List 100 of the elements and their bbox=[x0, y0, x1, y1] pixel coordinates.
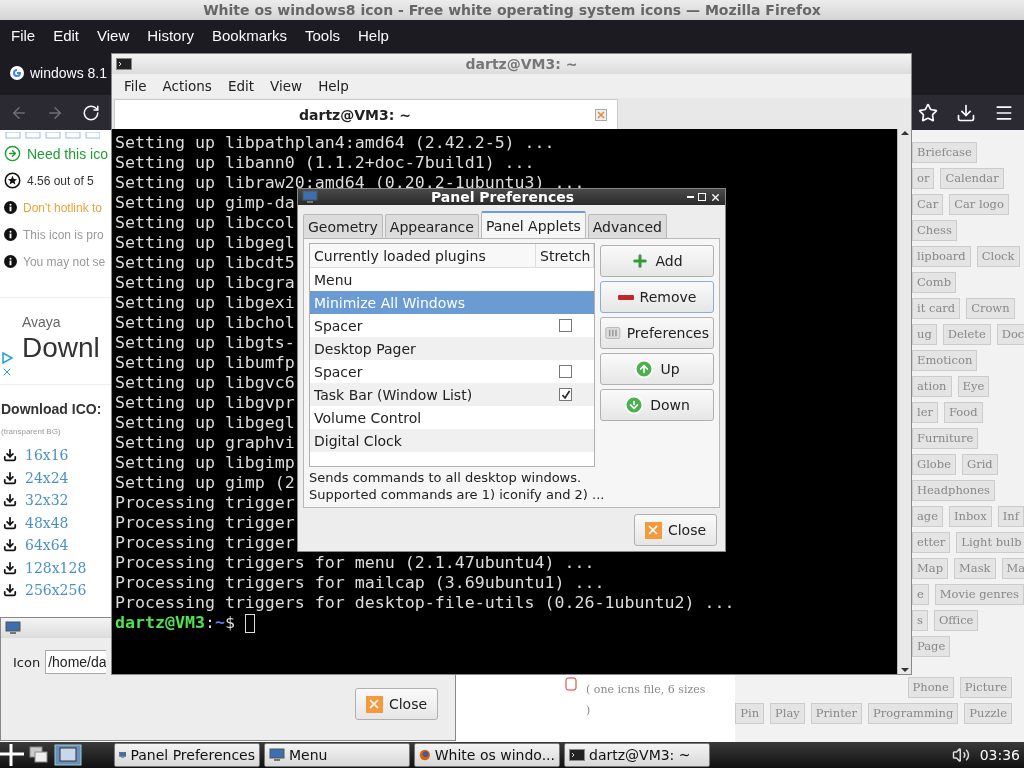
down-button[interactable]: Down bbox=[600, 389, 714, 421]
taskbar-button[interactable]: Menu bbox=[264, 743, 410, 767]
size-link[interactable]: 128x128 bbox=[25, 559, 87, 576]
menu-item[interactable]: Bookmarks bbox=[202, 22, 296, 48]
tag-link[interactable]: Inf bbox=[997, 506, 1024, 527]
tag-link[interactable]: Car logo bbox=[949, 194, 1009, 215]
tag-link[interactable]: Clock bbox=[976, 246, 1020, 267]
tag-link[interactable]: Pin bbox=[735, 703, 765, 724]
download-icon[interactable] bbox=[956, 102, 976, 123]
size-link[interactable]: 48x48 bbox=[25, 514, 69, 531]
tag-link[interactable]: Printer bbox=[810, 703, 863, 724]
tag-link[interactable]: Movie genres bbox=[934, 584, 1024, 605]
stretch-checkbox[interactable] bbox=[559, 365, 572, 378]
menu-item[interactable]: File bbox=[116, 78, 155, 94]
menu-item[interactable]: History bbox=[138, 22, 203, 48]
menu-item[interactable]: Help bbox=[310, 78, 357, 94]
tag-link[interactable]: etter bbox=[912, 532, 951, 553]
start-menu-icon[interactable] bbox=[0, 744, 24, 766]
menu-item[interactable]: Edit bbox=[219, 78, 263, 94]
reload-icon[interactable] bbox=[82, 103, 100, 122]
plugin-row[interactable]: Minimize All Windows bbox=[310, 291, 594, 314]
volume-icon[interactable] bbox=[951, 746, 970, 764]
tag-link[interactable]: it card bbox=[912, 298, 961, 319]
tag-link[interactable]: Eye bbox=[957, 376, 990, 397]
tag-link[interactable]: s bbox=[912, 610, 928, 631]
tag-link[interactable]: Comb bbox=[912, 272, 956, 293]
tag-link[interactable]: age bbox=[912, 506, 944, 527]
tab[interactable]: Appearance bbox=[384, 214, 479, 238]
window-icon[interactable] bbox=[54, 744, 82, 766]
preferences-button[interactable]: Preferences bbox=[600, 317, 714, 349]
tag-link[interactable]: Puzzle bbox=[964, 703, 1012, 724]
size-link[interactable]: 24x24 bbox=[25, 469, 69, 486]
tag-link[interactable]: Picture bbox=[959, 677, 1012, 698]
menu-item[interactable]: File bbox=[2, 22, 45, 48]
tag-link[interactable]: Play bbox=[770, 703, 805, 724]
tag-link[interactable]: lipboard bbox=[912, 246, 971, 267]
tag-link[interactable]: Briefcase bbox=[912, 142, 977, 163]
close-icon[interactable] bbox=[710, 191, 721, 203]
close-button[interactable]: Close bbox=[634, 514, 717, 546]
tag-link[interactable]: Office bbox=[933, 610, 979, 631]
tag-link[interactable]: or bbox=[912, 168, 935, 189]
up-button[interactable]: Up bbox=[600, 353, 714, 385]
tag-link[interactable]: Inbox bbox=[949, 506, 992, 527]
menu-item[interactable]: Tools bbox=[296, 22, 349, 48]
tag-link[interactable]: e bbox=[912, 584, 929, 605]
taskbar-button[interactable]: Panel Preferences bbox=[114, 743, 260, 767]
menu-item[interactable]: Actions bbox=[154, 78, 220, 94]
tag-link[interactable]: Light bulb bbox=[956, 532, 1024, 553]
menu-item[interactable]: View bbox=[262, 78, 311, 94]
scrollbar[interactable] bbox=[897, 129, 911, 674]
bookmark-star-icon[interactable] bbox=[918, 102, 938, 123]
plugin-row[interactable]: Digital Clock bbox=[310, 429, 594, 452]
tag-link[interactable]: Food bbox=[944, 402, 983, 423]
menu-item[interactable]: Help bbox=[349, 22, 398, 48]
stretch-checkbox[interactable] bbox=[559, 388, 572, 401]
close-button[interactable]: Close bbox=[355, 688, 438, 720]
plugin-row[interactable]: Task Bar (Window List) bbox=[310, 383, 594, 406]
tag-link[interactable]: ler bbox=[912, 402, 938, 423]
taskbar-button[interactable]: White os windo... bbox=[414, 743, 560, 767]
tag-link[interactable]: Car bbox=[912, 194, 944, 215]
tab[interactable]: Advanced bbox=[587, 214, 667, 238]
icon-path-field[interactable]: /home/da bbox=[45, 650, 107, 674]
stretch-checkbox[interactable] bbox=[559, 319, 572, 332]
taskbar-button[interactable]: dartz@VM3: ~ bbox=[564, 743, 710, 767]
column-header[interactable]: Stretch bbox=[536, 244, 594, 267]
tag-link[interactable]: Emoticon bbox=[912, 350, 978, 371]
add-button[interactable]: Add bbox=[600, 245, 714, 277]
tag-link[interactable]: ation bbox=[912, 376, 952, 397]
tab[interactable]: Geometry bbox=[303, 214, 383, 238]
tag-link[interactable]: Ma bbox=[1001, 558, 1024, 579]
remove-button[interactable]: Remove bbox=[600, 281, 714, 313]
maximize-icon[interactable] bbox=[698, 193, 706, 201]
column-header[interactable]: Currently loaded plugins bbox=[310, 244, 536, 267]
plugin-row[interactable]: Desktop Pager bbox=[310, 337, 594, 360]
tag-link[interactable]: Map bbox=[912, 558, 948, 579]
close-tab-icon[interactable] bbox=[595, 108, 607, 121]
tag-link[interactable]: Page bbox=[912, 636, 951, 657]
menu-item[interactable]: Edit bbox=[44, 22, 89, 48]
ad-choices-icon[interactable] bbox=[1, 352, 13, 364]
menu-item[interactable]: View bbox=[88, 22, 139, 48]
show-desktop-icon[interactable] bbox=[28, 745, 50, 765]
tag-link[interactable]: Headphones bbox=[912, 480, 995, 501]
size-link[interactable]: 256x256 bbox=[25, 582, 87, 599]
size-link[interactable]: 64x64 bbox=[25, 537, 69, 554]
tab[interactable]: Panel Applets bbox=[480, 211, 586, 238]
tag-link[interactable]: Furniture bbox=[912, 428, 979, 449]
tag-link[interactable]: Delete bbox=[942, 324, 991, 345]
tag-link[interactable]: Grid bbox=[961, 454, 998, 475]
size-link[interactable]: 32x32 bbox=[25, 492, 69, 509]
tag-link[interactable]: Globe bbox=[912, 454, 956, 475]
terminal-tab[interactable]: dartz@VM3: ~ bbox=[114, 99, 618, 129]
tag-link[interactable]: Phone bbox=[907, 677, 954, 698]
tag-link[interactable]: Calendar bbox=[940, 168, 1004, 189]
tag-link[interactable]: ug bbox=[912, 324, 937, 345]
size-link[interactable]: 16x16 bbox=[25, 447, 69, 464]
browser-tab[interactable]: windows 8.1 bbox=[9, 64, 108, 81]
tag-link[interactable]: Programming bbox=[868, 703, 959, 724]
tag-link[interactable]: Mask bbox=[954, 558, 996, 579]
tag-link[interactable]: Crown bbox=[966, 298, 1015, 319]
tag-link[interactable]: Doc bbox=[996, 324, 1024, 345]
